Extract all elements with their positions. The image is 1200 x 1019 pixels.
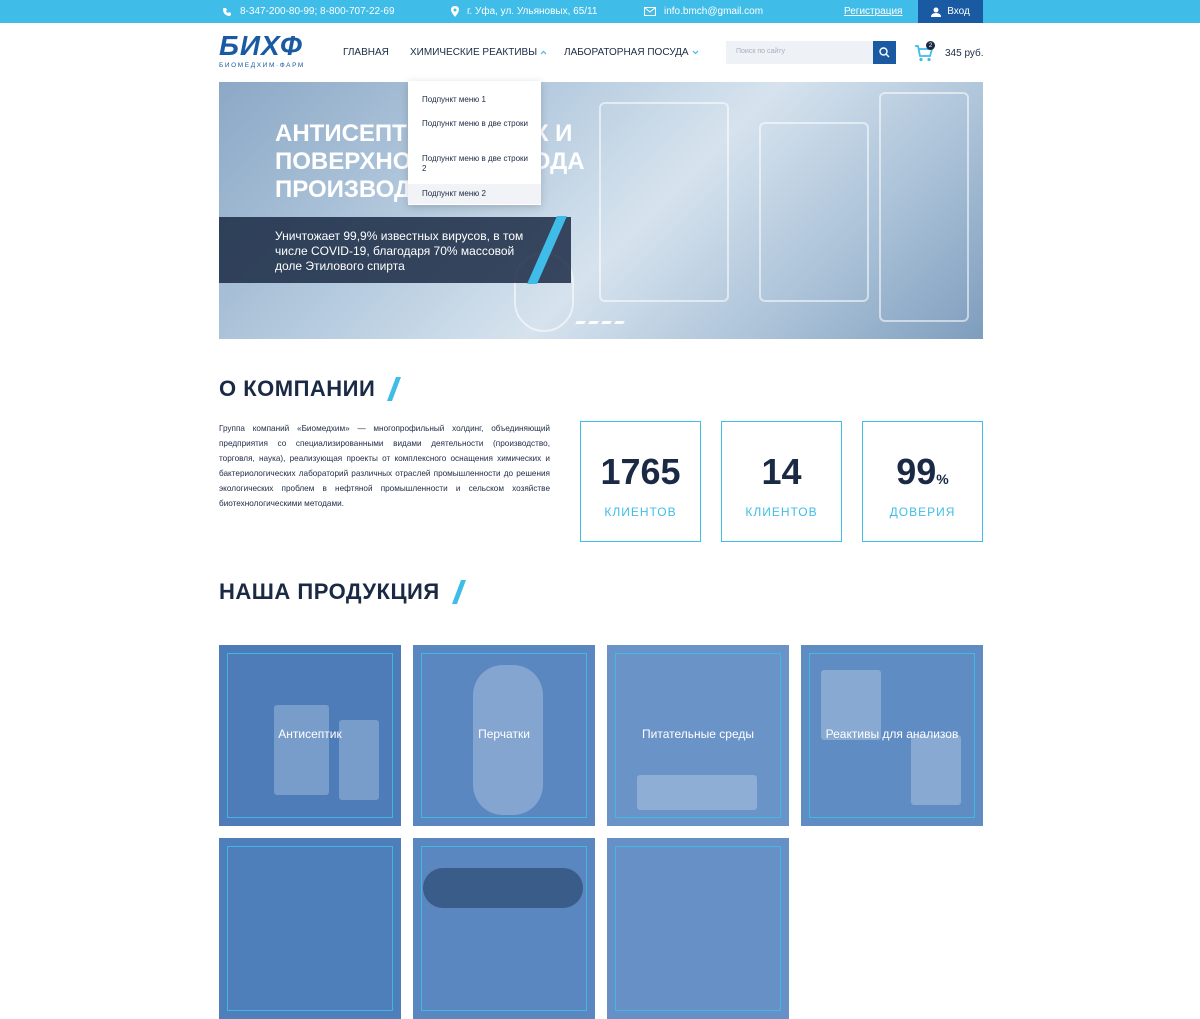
search-input[interactable]: Поиск по сайту: [736, 48, 785, 55]
nav-chemical-reagents[interactable]: ХИМИЧЕСКИЕ РЕАКТИВЫ: [410, 47, 547, 58]
chevron-up-icon: [540, 50, 547, 55]
stat-value: 99%: [896, 451, 949, 492]
register-link[interactable]: Регистрация: [844, 6, 902, 17]
mail-icon: [644, 7, 656, 16]
product-card[interactable]: [607, 838, 789, 1019]
product-card-reagents[interactable]: Реактивы для анализов: [801, 645, 983, 826]
chemical-reagents-dropdown: Подпункт меню 1 Подпункт меню в две стро…: [408, 81, 541, 205]
dropdown-item-1[interactable]: Подпункт меню 1: [422, 95, 532, 105]
slider-pagination[interactable]: [575, 321, 625, 324]
email-text: info.bmch@gmail.com: [664, 6, 764, 17]
about-heading: О КОМПАНИИ: [219, 376, 402, 402]
nav-lab-glassware[interactable]: ЛАБОРАТОРНАЯ ПОСУДА: [564, 47, 699, 58]
chevron-down-icon: [692, 50, 698, 55]
address-text: г. Уфа, ул. Ульяновых, 65/11: [467, 6, 598, 17]
logo-subtitle: БИОМЕДХИМ·ФАРМ: [219, 62, 305, 69]
login-label: Вход: [947, 6, 970, 17]
site-header: БИХФ БИОМЕДХИМ·ФАРМ ГЛАВНАЯ ХИМИЧЕСКИЕ Р…: [0, 23, 1200, 82]
products-heading: НАША ПРОДУКЦИЯ: [219, 579, 466, 605]
phone-icon: [223, 7, 231, 16]
product-card[interactable]: [413, 838, 595, 1019]
dropdown-item-3[interactable]: Подпункт меню в две строки 2: [422, 154, 532, 174]
phone-contact[interactable]: 8-347-200-80-99; 8-800-707-22-69: [222, 0, 395, 23]
logo-mark: БИХФ: [219, 30, 303, 61]
product-card[interactable]: [219, 838, 401, 1019]
stat-label: ДОВЕРИЯ: [889, 505, 956, 519]
login-button[interactable]: Вход: [918, 0, 983, 23]
phone-numbers: 8-347-200-80-99; 8-800-707-22-69: [240, 6, 395, 17]
accent-slash-icon: [451, 580, 466, 604]
nav-home[interactable]: ГЛАВНАЯ: [343, 47, 389, 58]
beaker-illustration: [759, 122, 869, 302]
nav-chemical-reagents-label: ХИМИЧЕСКИЕ РЕАКТИВЫ: [410, 47, 538, 58]
stat-card: 1765 КЛИЕНТОВ: [580, 421, 701, 542]
nav-home-label: ГЛАВНАЯ: [343, 47, 389, 58]
about-heading-text: О КОМПАНИИ: [219, 376, 376, 401]
address-contact: г. Уфа, ул. Ульяновых, 65/11: [451, 0, 597, 23]
cart-count-badge: 2: [926, 41, 935, 50]
slider-dot[interactable]: [614, 321, 625, 324]
slider-dot[interactable]: [588, 321, 599, 324]
email-contact[interactable]: info.bmch@gmail.com: [644, 0, 763, 23]
stat-label: КЛИЕНТОВ: [604, 505, 677, 519]
cart-button[interactable]: 2: [914, 41, 935, 62]
beaker-illustration: [879, 92, 969, 322]
stat-value: 1765: [600, 451, 681, 492]
stat-value: 14: [761, 451, 802, 492]
nav-lab-glassware-label: ЛАБОРАТОРНАЯ ПОСУДА: [564, 47, 689, 58]
dropdown-item-4[interactable]: Подпункт меню 2: [422, 189, 532, 199]
hero-subtitle: Уничтожает 99,9% известных вирусов, в то…: [275, 229, 524, 273]
user-icon: [931, 7, 942, 17]
stat-label: КЛИЕНТОВ: [745, 505, 818, 519]
slider-dot[interactable]: [575, 321, 586, 324]
about-text: Группа компаний «Биомедхим» — многопрофи…: [219, 424, 550, 508]
product-title: Антисептик: [278, 727, 342, 741]
product-card-antiseptic[interactable]: Антисептик: [219, 645, 401, 826]
product-title: Реактивы для анализов: [825, 727, 959, 741]
product-card-gloves[interactable]: Перчатки: [413, 645, 595, 826]
search-icon: [879, 47, 890, 58]
top-bar: 8-347-200-80-99; 8-800-707-22-69 г. Уфа,…: [0, 0, 1200, 23]
slider-dot[interactable]: [601, 321, 612, 324]
site-logo[interactable]: БИХФ БИОМЕДХИМ·ФАРМ: [219, 32, 319, 72]
search-button[interactable]: [873, 41, 896, 64]
card-frame: [615, 846, 781, 1011]
accent-slash-icon: [387, 377, 402, 401]
card-frame: [421, 846, 587, 1011]
product-title: Перчатки: [478, 727, 530, 741]
location-pin-icon: [451, 6, 459, 17]
stat-card: 99% ДОВЕРИЯ: [862, 421, 983, 542]
product-title: Питательные среды: [642, 727, 754, 741]
hero-banner: АНТИСЕПТИК ДЛЯ РУК И ПОВЕРХНОСТЕЙ ЗАВОДА…: [219, 82, 983, 339]
search-box: Поиск по сайту: [726, 41, 896, 64]
products-heading-text: НАША ПРОДУКЦИЯ: [219, 579, 440, 604]
stat-card: 14 КЛИЕНТОВ: [721, 421, 842, 542]
cart-total: 345 руб.: [945, 48, 984, 59]
product-card-nutrient-media[interactable]: Питательные среды: [607, 645, 789, 826]
card-frame: [227, 846, 393, 1011]
dropdown-item-2[interactable]: Подпункт меню в две строки: [422, 119, 532, 129]
